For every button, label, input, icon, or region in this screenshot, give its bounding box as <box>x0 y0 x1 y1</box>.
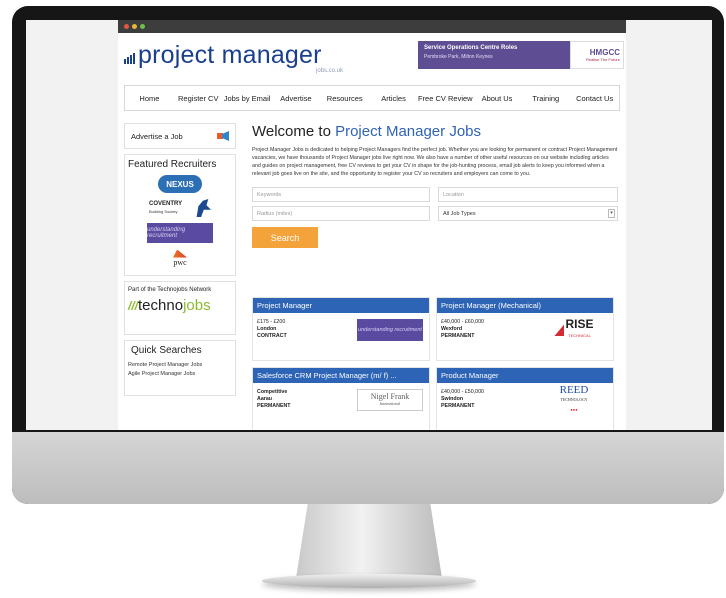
sidebar: Advertise a Job Featured Recruiters NEXU… <box>124 123 236 401</box>
advertise-job-link[interactable]: Advertise a Job <box>124 123 236 149</box>
quick-searches: Quick Searches Remote Project Manager Jo… <box>124 340 236 396</box>
nav-about-us[interactable]: About Us <box>473 94 522 103</box>
job-type: PERMANENT <box>441 403 475 409</box>
nav-articles[interactable]: Articles <box>369 94 418 103</box>
job-salary: £40,000 - £60,000 <box>441 319 485 325</box>
job-type: PERMANENT <box>257 403 291 409</box>
job-location: Wexford <box>441 326 463 332</box>
banner-brand: HMGCC <box>589 48 620 57</box>
dropdown-arrow-icon: ▾ <box>608 209 615 218</box>
quick-search-link[interactable]: Remote Project Manager Jobs <box>128 361 232 370</box>
main-nav: Home Register CV Jobs by Email Advertise… <box>124 85 620 111</box>
logo-text: project manager <box>138 41 322 69</box>
job-location: London <box>257 326 277 332</box>
browser-title-bar <box>118 20 626 33</box>
close-window-icon[interactable] <box>124 24 129 29</box>
technojobs-logo: ///technojobs <box>128 297 211 314</box>
job-title[interactable]: Product Manager <box>437 368 613 383</box>
technojobs-network[interactable]: Part of the Technojobs Network ///techno… <box>124 281 236 335</box>
featured-recruiters-heading: Featured Recruiters <box>128 159 217 170</box>
advert-banner[interactable]: Service Operations Centre Roles Pembroke… <box>418 41 624 69</box>
location-input[interactable]: Location <box>438 187 618 202</box>
radius-input[interactable]: Radius (miles) <box>252 206 430 221</box>
pwc-mark-icon <box>173 249 187 258</box>
logo-domain: jobs.co.uk <box>316 68 344 74</box>
job-title[interactable]: Project Manager (Mechanical) <box>437 298 613 313</box>
job-card[interactable]: Project Manager £175 - £200 London CONTR… <box>252 297 430 361</box>
nav-training[interactable]: Training <box>521 94 570 103</box>
job-title[interactable]: Salesforce CRM Project Manager (m/ f) ..… <box>253 368 429 383</box>
job-company-logo: Nigel Frank International <box>357 389 423 411</box>
network-text: Part of the Technojobs Network <box>128 287 212 293</box>
coventry-name: COVENTRY <box>149 201 183 207</box>
monitor-chin <box>12 432 724 504</box>
job-type-select[interactable]: All Job Types ▾ <box>438 206 618 221</box>
job-type-value: All Job Types <box>443 211 476 217</box>
job-details: £40,000 - £50,000 Swindon PERMANENT <box>441 389 484 410</box>
coventry-sub: Building Society <box>149 209 178 214</box>
job-title[interactable]: Project Manager <box>253 298 429 313</box>
search-button[interactable]: Search <box>252 227 318 248</box>
site-header: project manager jobs.co.uk Service Opera… <box>118 33 626 81</box>
quick-searches-heading: Quick Searches <box>131 345 202 356</box>
website: project manager jobs.co.uk Service Opera… <box>118 20 626 430</box>
banner-title: Service Operations Centre Roles <box>424 45 518 51</box>
recruiter-logo-nexus[interactable]: NEXUS <box>158 175 202 193</box>
pwc-text: pwc <box>173 257 187 267</box>
job-details: £40,000 - £60,000 Wexford PERMANENT <box>441 319 484 340</box>
job-details: £175 - £200 London CONTRACT <box>257 319 287 340</box>
monitor-stand <box>296 504 442 578</box>
megaphone-icon <box>217 131 229 141</box>
nav-contact-us[interactable]: Contact Us <box>570 94 619 103</box>
job-salary: Competitive <box>257 389 288 395</box>
nav-resources[interactable]: Resources <box>320 94 369 103</box>
nav-jobs-by-email[interactable]: Jobs by Email <box>223 94 272 103</box>
maximize-window-icon[interactable] <box>140 24 145 29</box>
monitor-base <box>262 574 476 588</box>
monitor-screen: project manager jobs.co.uk Service Opera… <box>26 20 712 430</box>
page-title: Welcome to Project Manager Jobs <box>252 123 481 140</box>
banner-subtitle: Pembroke Park, Milton Keynes <box>424 54 493 60</box>
rise-triangle-icon <box>554 324 565 336</box>
nav-home[interactable]: Home <box>125 94 174 103</box>
banner-tagline: Realise The Future <box>586 57 620 62</box>
job-type: PERMANENT <box>441 333 475 339</box>
job-card[interactable]: Salesforce CRM Project Manager (m/ f) ..… <box>252 367 430 430</box>
featured-recruiters: Featured Recruiters NEXUS COVENTRY Buildi… <box>124 154 236 276</box>
job-card[interactable]: Product Manager £40,000 - £50,000 Swindo… <box>436 367 614 430</box>
job-salary: £175 - £200 <box>257 319 286 325</box>
job-company-logo: understanding recruitment <box>357 319 423 341</box>
job-details: Competitive Aarau PERMANENT <box>257 389 291 410</box>
quick-search-link[interactable]: Agile Project Manager Jobs <box>128 370 232 379</box>
recruiter-logo-coventry[interactable]: COVENTRY Building Society <box>147 197 213 219</box>
keywords-input[interactable]: Keywords <box>252 187 430 202</box>
job-salary: £40,000 - £50,000 <box>441 389 485 395</box>
job-card[interactable]: Project Manager (Mechanical) £40,000 - £… <box>436 297 614 361</box>
nav-free-cv-review[interactable]: Free CV Review <box>418 94 473 103</box>
job-type: CONTRACT <box>257 333 287 339</box>
advertise-label: Advertise a Job <box>131 131 183 141</box>
minimize-window-icon[interactable] <box>132 24 137 29</box>
job-location: Aarau <box>257 396 273 402</box>
job-company-logo: REED TECHNOLOGY ●●● <box>559 384 589 413</box>
recruiter-logo-gadd[interactable]: understanding recruitment <box>147 223 213 243</box>
nav-advertise[interactable]: Advertise <box>271 94 320 103</box>
main-content: Welcome to Project Manager Jobs Project … <box>252 123 622 430</box>
nav-register-cv[interactable]: Register CV <box>174 94 223 103</box>
job-search-form: Keywords Location Radius (miles) All Job… <box>252 187 622 253</box>
intro-text: Project Manager Jobs is dedicated to hel… <box>252 147 618 177</box>
job-company-logo: RISE TECHNICAL <box>541 318 607 341</box>
job-location: Swindon <box>441 396 464 402</box>
recruiter-logo-pwc[interactable]: pwc <box>160 247 200 269</box>
signal-bars-icon <box>124 53 135 64</box>
horse-icon <box>196 199 211 217</box>
site-logo[interactable]: project manager <box>124 41 322 69</box>
